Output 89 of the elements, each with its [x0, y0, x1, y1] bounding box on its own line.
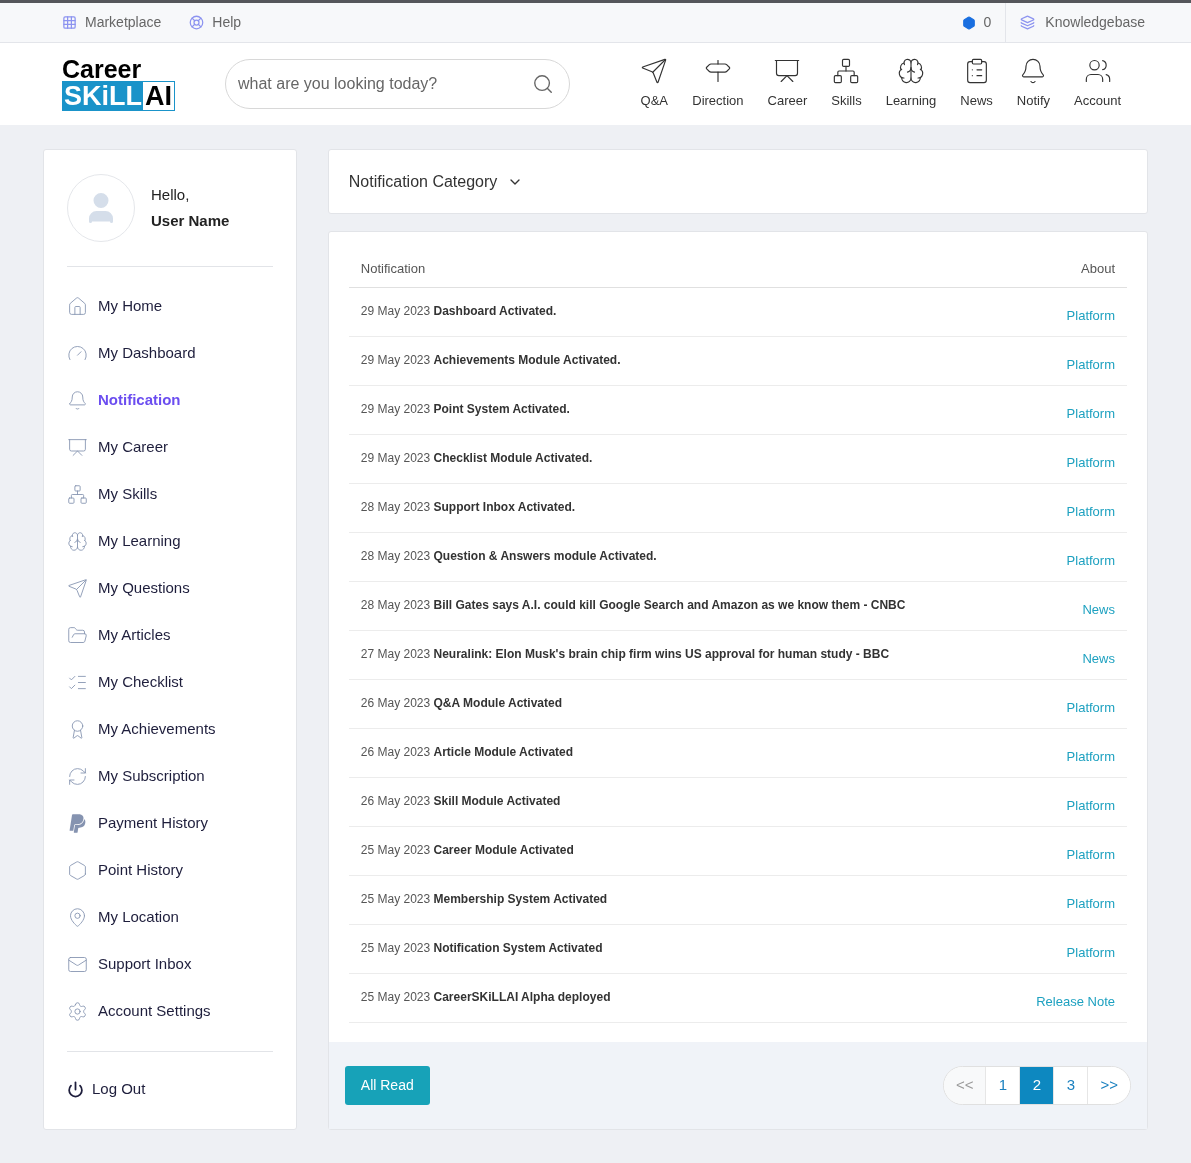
notification-title[interactable]: Skill Module Activated: [433, 794, 561, 808]
mail-icon: [67, 954, 88, 975]
notification-title[interactable]: Bill Gates says A.I. could kill Google Search and Amazon as we know them - CNBC: [433, 598, 906, 612]
notification-title[interactable]: Dashboard Activated.: [433, 304, 557, 318]
sidebar-item[interactable]: My Learning: [67, 518, 273, 565]
notification-date: 25 May 2023: [360, 843, 431, 857]
notification-title[interactable]: Point System Activated.: [433, 402, 570, 416]
paper-plane-icon: [67, 578, 88, 599]
nav-item[interactable]: Direction: [680, 57, 756, 111]
notification-date: 28 May 2023: [360, 549, 431, 563]
nav-item[interactable]: Account: [1062, 57, 1133, 111]
notification-title[interactable]: Question & Answers module Activated.: [433, 549, 657, 563]
greeting-text: Hello,: [151, 184, 191, 205]
notification-title[interactable]: Neuralink: Elon Musk's brain chip firm wins US approval for human study - BBC: [433, 647, 890, 661]
notification-date: 26 May 2023: [360, 794, 431, 808]
grid-icon: [62, 15, 77, 30]
sidebar-item[interactable]: Account Settings: [67, 988, 273, 1035]
home-icon: [67, 296, 88, 317]
nav-item[interactable]: Learning: [873, 57, 949, 111]
notification-title[interactable]: Q&A Module Activated: [433, 696, 562, 710]
notification-date: 25 May 2023: [360, 892, 431, 906]
sidebar-item[interactable]: My Articles: [67, 612, 273, 659]
power-icon: [67, 1080, 84, 1098]
brain-icon: [896, 57, 925, 86]
brain-icon: [67, 531, 88, 552]
folder-icon: [67, 625, 88, 646]
column-header: Notification: [360, 259, 426, 278]
notification-date: 29 May 2023: [360, 304, 431, 318]
marketplace-link[interactable]: Marketplace: [62, 12, 162, 33]
help-link[interactable]: Help: [189, 12, 242, 33]
sidebar-item[interactable]: My Location: [67, 894, 273, 941]
sidebar-item[interactable]: My Subscription: [67, 753, 273, 800]
notification-date: 25 May 2023: [360, 990, 431, 1004]
category-dropdown[interactable]: Notification Category: [348, 169, 524, 194]
page-button[interactable]: >>: [1087, 1067, 1130, 1104]
page-button[interactable]: 2: [1019, 1067, 1054, 1104]
notification-date: 25 May 2023: [360, 941, 431, 955]
notification-title[interactable]: Notification System Activated: [433, 941, 603, 955]
points-count: 0: [983, 13, 992, 32]
paypal-icon: [67, 813, 88, 834]
notification-title[interactable]: Career Module Activated: [433, 843, 574, 857]
user-name: User Name: [151, 211, 230, 231]
nav-item[interactable]: Career: [755, 57, 820, 111]
sidebar-item[interactable]: Support Inbox: [67, 941, 273, 988]
search-icon[interactable]: [532, 73, 554, 95]
sidebar-item[interactable]: Payment History: [67, 800, 273, 847]
hexagon-icon: [961, 15, 976, 30]
column-header: About: [1081, 259, 1115, 278]
chart-board-icon: [67, 437, 88, 458]
logout-link[interactable]: Log Out: [67, 1078, 273, 1101]
notification-date: 26 May 2023: [360, 745, 431, 759]
notification-date: 28 May 2023: [360, 598, 431, 612]
search-field[interactable]: what are you looking today?: [225, 59, 570, 109]
notification-date: 29 May 2023: [360, 353, 431, 367]
map-pin-icon: [67, 907, 88, 928]
notification-title[interactable]: Checklist Module Activated.: [433, 451, 593, 465]
notification-title[interactable]: Achievements Module Activated.: [433, 353, 621, 367]
settings-icon: [67, 1001, 88, 1022]
notification-date: 27 May 2023: [360, 647, 431, 661]
hexagon-icon: [67, 860, 88, 881]
knowledgebase-link[interactable]: Knowledgebase: [1006, 12, 1191, 33]
layers-icon: [1020, 15, 1036, 30]
sidebar-item[interactable]: My Home: [67, 283, 273, 330]
sidebar-item[interactable]: Point History: [67, 847, 273, 894]
nav-item[interactable]: Notify: [1004, 57, 1062, 111]
nav-item[interactable]: Skills: [819, 57, 874, 111]
notification-date: 29 May 2023: [360, 451, 431, 465]
network-icon: [67, 484, 88, 505]
paper-plane-icon: [640, 57, 669, 86]
notification-date: 26 May 2023: [360, 696, 431, 710]
notification-date: 28 May 2023: [360, 500, 431, 514]
sidebar-item[interactable]: My Skills: [67, 471, 273, 518]
lifebuoy-icon: [189, 15, 205, 30]
notification-title[interactable]: Article Module Activated: [433, 745, 574, 759]
sidebar-item[interactable]: My Checklist: [67, 659, 273, 706]
refresh-icon: [67, 766, 88, 787]
sidebar-item[interactable]: My Dashboard: [67, 330, 273, 377]
notification-date: 29 May 2023: [360, 402, 431, 416]
sidebar-item[interactable]: My Career: [67, 424, 273, 471]
notification-title[interactable]: Support Inbox Activated.: [433, 500, 576, 514]
bell-icon: [67, 390, 88, 411]
nav-item[interactable]: News: [948, 57, 1005, 111]
nav-item[interactable]: Q&A: [628, 57, 681, 111]
network-icon: [832, 57, 861, 86]
sidebar-item[interactable]: My Achievements: [67, 706, 273, 753]
notification-title[interactable]: CareerSKiLLAI Alpha deployed: [433, 990, 611, 1004]
notification-title[interactable]: Membership System Activated: [433, 892, 608, 906]
sidebar-item[interactable]: Notification: [67, 377, 273, 424]
sidebar-item[interactable]: My Questions: [67, 565, 273, 612]
